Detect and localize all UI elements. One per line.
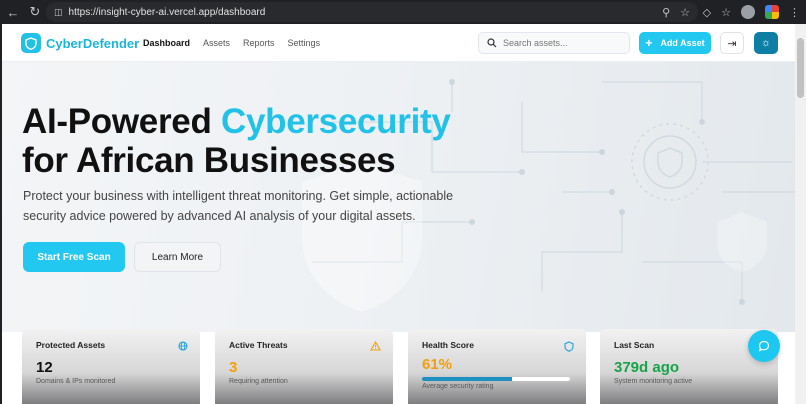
sun-icon: ☼ <box>760 37 772 49</box>
stat-desc: Average security rating <box>422 383 494 390</box>
stat-title: Active Threats <box>229 340 288 350</box>
logout-button[interactable]: ⇥ <box>720 32 744 54</box>
nav-reports[interactable]: Reports <box>243 38 275 48</box>
stat-card-active-threats: Active Threats 3 Requiring attention <box>215 329 393 404</box>
add-asset-button[interactable]: + Add Asset <box>639 32 711 54</box>
scrollbar-thumb[interactable] <box>797 38 804 98</box>
stat-value: 61% <box>422 356 453 373</box>
address-bar[interactable]: ◫ https://insight-cyber-ai.vercel.app/da… <box>46 2 698 22</box>
main-nav: Dashboard Assets Reports Settings <box>143 38 320 48</box>
hero-title-line2: for African Businesses <box>22 141 396 180</box>
start-free-scan-button[interactable]: Start Free Scan <box>23 242 125 272</box>
add-asset-label: Add Asset <box>660 38 705 48</box>
shield-logo-icon[interactable] <box>21 33 41 53</box>
extensions-icon[interactable]: ◇ <box>703 6 711 19</box>
browser-toolbar: ← ↻ ◫ https://insight-cyber-ai.vercel.ap… <box>0 0 806 24</box>
url-text: https://insight-cyber-ai.vercel.app/dash… <box>68 6 266 18</box>
search-box[interactable] <box>478 32 630 54</box>
theme-toggle-button[interactable]: ☼ <box>754 32 778 54</box>
learn-more-button[interactable]: Learn More <box>134 242 221 272</box>
key-icon[interactable]: ⚲ <box>662 6 670 19</box>
stat-desc: Requiring attention <box>229 378 288 385</box>
stat-card-health-score: Health Score 61% Average security rating <box>408 329 586 404</box>
page-scrollbar[interactable] <box>795 24 806 404</box>
stat-value: 3 <box>229 359 238 376</box>
hero-title: AI-Powered Cybersecurity for African Bus… <box>22 102 451 180</box>
stat-title: Health Score <box>422 340 474 350</box>
extension-icon[interactable] <box>765 5 779 19</box>
hero-title-part1: AI-Powered <box>22 102 221 141</box>
reload-icon[interactable]: ↻ <box>24 1 46 23</box>
hero-title-accent: Cybersecurity <box>220 102 451 141</box>
logout-icon: ⇥ <box>727 37 737 50</box>
stat-title: Protected Assets <box>36 340 106 350</box>
stat-desc: Domains & IPs monitored <box>36 378 116 385</box>
nav-settings[interactable]: Settings <box>288 38 321 48</box>
stat-value: 12 <box>36 359 53 376</box>
stat-title: Last Scan <box>614 340 655 350</box>
search-icon <box>487 38 497 48</box>
health-progress-fill <box>422 377 513 381</box>
globe-icon <box>178 341 188 351</box>
hero-section: AI-Powered Cybersecurity for African Bus… <box>2 62 795 332</box>
chat-bubble-icon <box>758 340 770 352</box>
stat-card-protected-assets: Protected Assets 12 Domains & IPs monito… <box>22 329 200 404</box>
site-info-icon[interactable]: ◫ <box>54 7 63 18</box>
hero-subtitle: Protect your business with intelligent t… <box>23 189 454 223</box>
health-progress-bar <box>422 377 570 381</box>
stat-value: 379d ago <box>614 359 680 376</box>
app-header: CyberDefender Dashboard Assets Reports S… <box>2 24 795 62</box>
plus-icon: + <box>645 36 653 50</box>
stat-desc: System monitoring active <box>614 378 693 385</box>
back-icon[interactable]: ← <box>2 1 24 23</box>
search-input[interactable] <box>503 38 623 48</box>
chat-assistant-button[interactable] <box>748 330 780 362</box>
brand-name[interactable]: CyberDefender <box>46 36 139 51</box>
shield-icon <box>564 341 574 352</box>
warning-icon <box>370 341 381 351</box>
profile-avatar[interactable] <box>741 5 755 19</box>
nav-assets[interactable]: Assets <box>203 38 230 48</box>
nav-dashboard[interactable]: Dashboard <box>143 38 190 48</box>
menu-kebab-icon[interactable]: ⋮ <box>789 6 800 19</box>
bookmark-star-icon[interactable]: ☆ <box>680 6 690 19</box>
page-viewport: CyberDefender Dashboard Assets Reports S… <box>2 24 795 404</box>
reading-list-icon[interactable]: ☆ <box>721 6 731 19</box>
